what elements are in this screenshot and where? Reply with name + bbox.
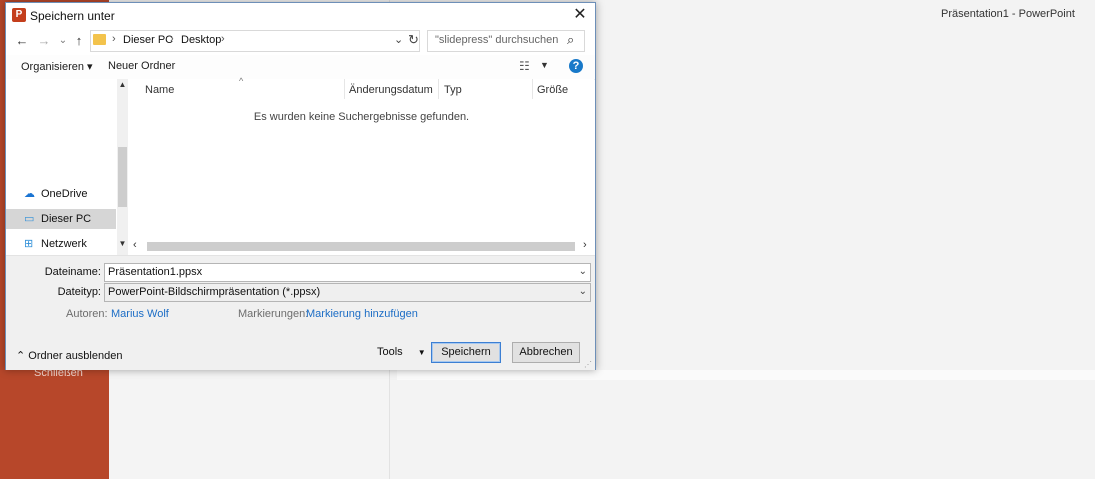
empty-message: Es wurden keine Suchergebnisse gefunden. bbox=[253, 111, 470, 123]
breadcrumb-separator: › bbox=[221, 33, 225, 45]
save-as-dialog: P Speichern unter ✕ ← → ⌄ ↑ › Dieser PC … bbox=[5, 2, 596, 370]
forward-arrow-icon[interactable]: → bbox=[36, 33, 52, 49]
authors-link[interactable]: Marius Wolf bbox=[111, 308, 169, 320]
cancel-button[interactable]: Abbrechen bbox=[512, 342, 580, 363]
filetype-select[interactable]: PowerPoint-Bildschirmpräsentation (*.pps… bbox=[104, 283, 591, 302]
chevron-up-icon: ⌃ bbox=[16, 350, 26, 362]
nav-item-label: Dieser PC bbox=[41, 213, 92, 225]
nav-item-onedrive[interactable]: ☁ OneDrive bbox=[6, 184, 116, 204]
chevron-down-icon[interactable]: ⌄ bbox=[394, 33, 403, 46]
new-folder-button[interactable]: Neuer Ordner bbox=[108, 60, 175, 72]
tools-button[interactable]: Tools ▼ bbox=[377, 346, 426, 358]
filename-value: Präsentation1.ppsx bbox=[108, 266, 203, 278]
navigation-pane: ☁ OneDrive ▭ Dieser PC ⊞ Netzwerk ▲ ▼ bbox=[6, 79, 129, 255]
save-button[interactable]: Speichern bbox=[431, 342, 501, 363]
navigation-scrollbar[interactable]: ▲ ▼ bbox=[117, 79, 128, 255]
close-button[interactable]: ✕ bbox=[569, 5, 591, 25]
window-title: Präsentation1 - PowerPoint bbox=[941, 8, 1075, 20]
network-icon: ⊞ bbox=[24, 238, 34, 250]
nav-item-this-pc[interactable]: ▭ Dieser PC bbox=[6, 209, 116, 229]
filetype-label: Dateityp: bbox=[57, 286, 101, 298]
scroll-right-icon[interactable]: › bbox=[583, 239, 587, 251]
scroll-left-icon[interactable]: ‹ bbox=[133, 239, 137, 251]
chevron-down-icon[interactable]: ⌄ bbox=[579, 266, 587, 277]
add-tag-link[interactable]: Markierung hinzufügen bbox=[306, 308, 418, 320]
save-form: Dateiname: Präsentation1.ppsx ⌄ Dateityp… bbox=[6, 255, 595, 370]
search-icon[interactable]: ⌕ bbox=[567, 32, 574, 48]
hide-folders-label: Ordner ausblenden bbox=[28, 350, 123, 362]
up-arrow-icon[interactable]: ↑ bbox=[71, 33, 87, 49]
scrollbar-thumb[interactable] bbox=[147, 242, 575, 251]
help-icon[interactable]: ? bbox=[569, 59, 583, 73]
resize-grip-icon[interactable]: ⋰ bbox=[584, 360, 592, 369]
column-header-name[interactable]: Name bbox=[145, 84, 174, 96]
chevron-down-icon[interactable]: ▼ bbox=[540, 60, 549, 70]
view-options-icon[interactable]: ☷ bbox=[519, 59, 530, 73]
breadcrumb-this-pc[interactable]: Dieser PC bbox=[123, 34, 173, 46]
sort-caret-icon: ^ bbox=[239, 76, 244, 86]
breadcrumb-desktop[interactable]: Desktop bbox=[181, 34, 221, 46]
toolbar: Organisieren ▾ Neuer Ordner ☷ ▼ ? bbox=[6, 55, 595, 80]
address-bar[interactable]: › Dieser PC › Desktop › ⌄ ↻ bbox=[90, 30, 420, 52]
column-header-type[interactable]: Typ bbox=[444, 84, 462, 96]
computer-icon: ▭ bbox=[24, 213, 35, 225]
scrollbar-thumb[interactable] bbox=[118, 147, 127, 207]
chevron-down-icon: ▼ bbox=[417, 348, 426, 357]
nav-item-label: OneDrive bbox=[41, 188, 88, 200]
column-divider[interactable] bbox=[344, 79, 345, 99]
backstage-divider bbox=[397, 370, 1095, 380]
refresh-icon[interactable]: ↻ bbox=[408, 32, 419, 48]
search-input[interactable]: "slidepress" durchsuchen ⌕ bbox=[427, 30, 585, 52]
organize-button[interactable]: Organisieren ▾ bbox=[21, 60, 93, 73]
column-divider[interactable] bbox=[438, 79, 439, 99]
filetype-value: PowerPoint-Bildschirmpräsentation (*.pps… bbox=[108, 286, 321, 298]
filename-label: Dateiname: bbox=[44, 266, 101, 278]
nav-item-label: Netzwerk bbox=[41, 238, 87, 250]
filename-field[interactable]: Präsentation1.ppsx ⌄ bbox=[104, 263, 591, 282]
column-divider[interactable] bbox=[532, 79, 533, 99]
nav-item-network[interactable]: ⊞ Netzwerk bbox=[6, 234, 116, 254]
breadcrumb-separator: › bbox=[170, 33, 174, 45]
scroll-up-icon[interactable]: ▲ bbox=[117, 80, 128, 89]
authors-label: Autoren: bbox=[66, 308, 108, 320]
powerpoint-logo-icon: P bbox=[12, 8, 26, 22]
back-arrow-icon[interactable]: ← bbox=[14, 33, 30, 49]
hide-folders-button[interactable]: ⌃ Ordner ausblenden bbox=[16, 349, 122, 362]
recent-locations-icon[interactable]: ⌄ bbox=[55, 33, 71, 49]
horizontal-scrollbar[interactable]: ‹ › bbox=[129, 239, 594, 253]
dialog-title-bar[interactable]: P Speichern unter ✕ bbox=[6, 3, 595, 29]
cloud-icon: ☁ bbox=[24, 188, 35, 200]
scroll-down-icon[interactable]: ▼ bbox=[117, 239, 128, 248]
dialog-title: Speichern unter bbox=[30, 9, 115, 23]
chevron-down-icon[interactable]: ⌄ bbox=[579, 286, 587, 297]
column-header-size[interactable]: Größe bbox=[537, 84, 568, 96]
search-placeholder: "slidepress" durchsuchen bbox=[435, 34, 559, 46]
tags-label: Markierungen: bbox=[238, 308, 309, 320]
folder-icon bbox=[93, 34, 106, 45]
breadcrumb-separator: › bbox=[112, 33, 116, 45]
column-header-date[interactable]: Änderungsdatum bbox=[349, 84, 433, 96]
file-list: ^ Name Änderungsdatum Typ Größe Es wurde… bbox=[129, 76, 594, 255]
tools-label: Tools bbox=[377, 346, 403, 358]
